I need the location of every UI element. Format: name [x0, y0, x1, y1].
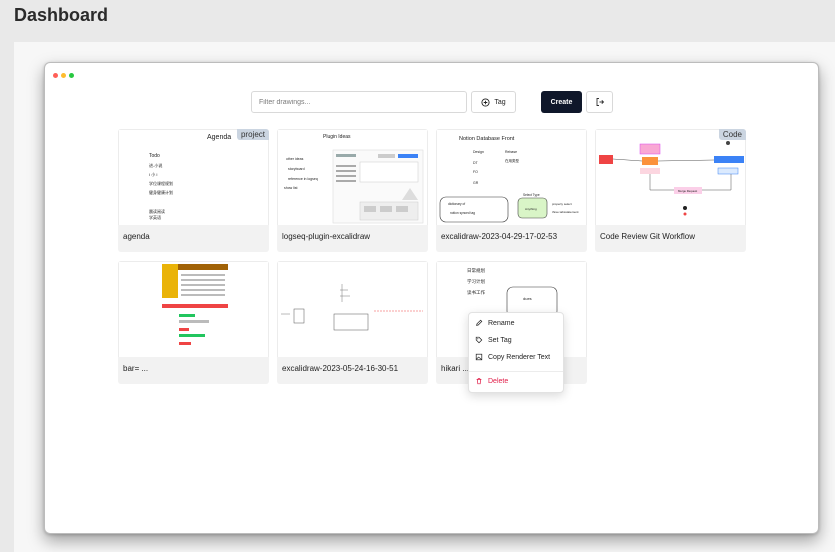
thumb-text: I 小 I: [149, 171, 157, 177]
thumb-text: reference in logseq: [288, 177, 318, 181]
thumb-text: dues: [523, 296, 532, 301]
drawing-name: hikari ...: [441, 364, 470, 373]
thumb-text: 学英语: [149, 214, 161, 220]
drawing-card-logseq-plugin[interactable]: Plugin Ideas other ideas storyboard refe…: [277, 129, 428, 252]
copy-renderer-text-label: Copy Renderer Text: [488, 353, 551, 361]
window-minimize-dot[interactable]: [61, 73, 66, 78]
thumb-text: other ideas: [286, 157, 304, 161]
drawing-name: excalidraw-2023-04-29-17-02-53: [441, 232, 558, 241]
tag-button-label: Tag: [494, 98, 506, 106]
tag-button[interactable]: Tag: [471, 91, 516, 113]
drawing-card-excalidraw-0429[interactable]: Notion Database Front Design Rebase DT 在…: [436, 129, 587, 252]
drawing-thumbnail: Plugin Ideas other ideas storyboard refe…: [277, 129, 428, 225]
thumb-text: 读书工作: [467, 289, 485, 296]
thumb-text: Anything: [525, 207, 537, 211]
drawing-card-agenda[interactable]: Agenda Todo 进-小说 I 小 I 学位课程规划 健身健康计划 晨读阅…: [118, 129, 269, 252]
thumb-text: dictionary of: [448, 202, 465, 206]
thumb-text: Notion Database Front: [459, 136, 515, 142]
thumb-text: three tabsstatement: [552, 210, 579, 214]
app-window: Tag Create Agenda Todo 进-小说 I 小 I 学位课程规划…: [44, 62, 819, 534]
menu-divider: [469, 371, 563, 372]
logout-button[interactable]: [586, 91, 613, 113]
image-icon: [475, 353, 483, 361]
thumb-text: GR: [473, 181, 479, 185]
thumb-text: DT: [473, 161, 479, 165]
trash-icon: [475, 377, 483, 385]
drawing-thumbnail: Agenda Todo 进-小说 I 小 I 学位课程规划 健身健康计划 晨读阅…: [118, 129, 269, 225]
thumb-text: Plugin Ideas: [323, 134, 351, 140]
thumb-text: Select Type: [523, 193, 540, 197]
drawing-card-code-review[interactable]: Merge Request Code Code Review Git Workf…: [595, 129, 746, 252]
rename-label: Rename: [488, 319, 515, 327]
thumb-text: 日常规划: [467, 267, 485, 274]
thumb-text: property select: [552, 202, 572, 206]
thumb-text: 学习计划: [467, 278, 485, 285]
tag-icon: [475, 336, 483, 344]
create-button[interactable]: Create: [541, 91, 582, 113]
thumb-text: Todo: [149, 153, 160, 159]
thumb-text: Agenda: [207, 134, 231, 141]
thumb-text: 学位课程规划: [149, 180, 173, 186]
filter-input[interactable]: [251, 91, 467, 113]
drawing-name: logseq-plugin-excalidraw: [282, 232, 371, 241]
thumb-text: storyboard: [288, 167, 305, 171]
thumb-text: 晨读阅读: [149, 208, 165, 214]
rename-menu-item[interactable]: Rename: [475, 319, 514, 327]
drawing-card-excalidraw-0524[interactable]: excalidraw-2023-05-24-16-30-51: [277, 261, 428, 384]
tag-badge: project: [236, 129, 269, 140]
set-tag-menu-item[interactable]: Set Tag: [475, 336, 512, 344]
delete-label: Delete: [488, 377, 509, 385]
thumb-text: notion synced tag: [450, 211, 475, 215]
thumb-text: 健身健康计划: [149, 189, 173, 195]
context-menu: Rename Set Tag Copy Renderer Text Delete: [468, 312, 564, 393]
window-maximize-dot[interactable]: [69, 73, 74, 78]
window-close-dot[interactable]: [53, 73, 58, 78]
drawing-name: Code Review Git Workflow: [600, 232, 695, 241]
thumb-text: 在用类型: [505, 158, 519, 163]
drawing-name: agenda: [123, 232, 150, 241]
tag-badge: Code: [718, 129, 746, 140]
thumb-text: FO: [473, 170, 478, 174]
thumb-text: Design: [473, 150, 484, 154]
drawing-thumbnail: Notion Database Front Design Rebase DT 在…: [436, 129, 587, 225]
plus-circle-icon: [481, 97, 490, 107]
copy-renderer-text-menu-item[interactable]: Copy Renderer Text: [475, 353, 550, 361]
pencil-icon: [475, 319, 483, 327]
thumb-text: show list: [284, 186, 297, 190]
thumb-text: Merge Request: [678, 189, 697, 193]
delete-menu-item[interactable]: Delete: [475, 377, 508, 385]
drawing-thumbnail: Merge Request: [595, 129, 746, 225]
drawing-name: excalidraw-2023-05-24-16-30-51: [282, 364, 399, 373]
set-tag-label: Set Tag: [488, 336, 512, 344]
thumb-text: 进-小说: [149, 162, 162, 168]
thumb-text: Rebase: [505, 150, 517, 154]
drawing-thumbnail: [277, 261, 428, 357]
page-title: Dashboard: [14, 5, 109, 25]
drawing-thumbnail: [118, 261, 269, 357]
logout-icon: [595, 97, 605, 107]
drawing-name: bar= ...: [123, 364, 149, 373]
drawing-card-bar[interactable]: bar= ...: [118, 261, 269, 384]
